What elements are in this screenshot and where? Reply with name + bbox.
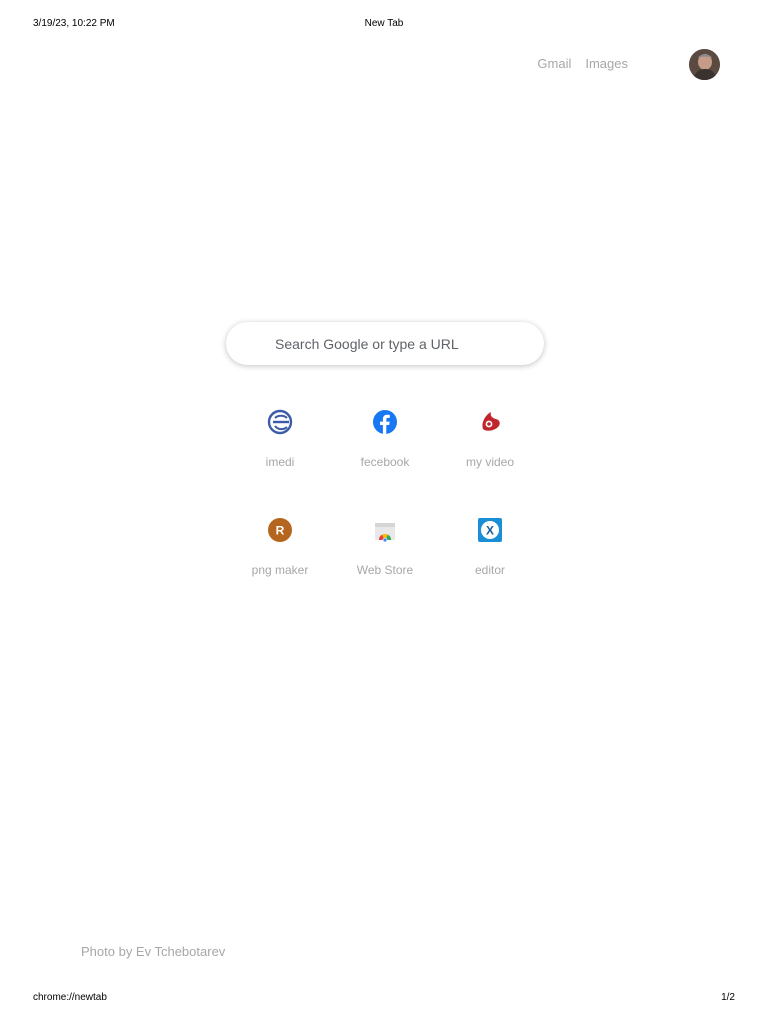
- shortcut-tiles: imedi fecebook my video R png maker Web …: [226, 395, 544, 611]
- shortcut-label: my video: [465, 455, 515, 469]
- shortcut-png-maker[interactable]: R png maker: [228, 503, 333, 611]
- top-links: Gmail Images: [537, 56, 628, 71]
- imedi-logo-icon: [267, 409, 293, 435]
- x-editor-icon: X: [477, 517, 503, 543]
- images-link[interactable]: Images: [585, 56, 628, 71]
- shortcut-label: editor: [474, 563, 506, 577]
- letter-r-icon: R: [267, 517, 293, 543]
- shortcut-my-video[interactable]: my video: [438, 395, 543, 503]
- shortcut-label: imedi: [265, 455, 295, 469]
- shortcut-label: png maker: [251, 563, 309, 577]
- letter-r-text: R: [276, 524, 285, 538]
- shortcut-facebook[interactable]: fecebook: [333, 395, 438, 503]
- facebook-icon: [372, 409, 398, 435]
- print-footer-url: chrome://newtab: [33, 992, 107, 1003]
- shortcut-label: Web Store: [356, 563, 414, 577]
- chrome-web-store-icon: [372, 517, 398, 543]
- photo-credit-link[interactable]: Photo by Ev Tchebotarev: [81, 944, 225, 959]
- gmail-link[interactable]: Gmail: [537, 56, 571, 71]
- myvideo-logo-icon: [477, 409, 503, 435]
- search-box[interactable]: [226, 321, 544, 366]
- shortcut-imedi[interactable]: imedi: [228, 395, 333, 503]
- avatar-photo-icon: [689, 49, 720, 80]
- shortcut-editor[interactable]: X editor: [438, 503, 543, 611]
- letter-x-text: X: [486, 524, 494, 538]
- account-avatar[interactable]: [689, 49, 720, 80]
- print-header-title: New Tab: [364, 18, 404, 29]
- print-footer-page-number: 1/2: [721, 992, 735, 1003]
- search-input[interactable]: [226, 321, 544, 366]
- shortcut-web-store[interactable]: Web Store: [333, 503, 438, 611]
- new-tab-page: 3/19/23, 10:22 PM New Tab Gmail Images S…: [0, 0, 768, 1024]
- shortcut-label: fecebook: [360, 455, 410, 469]
